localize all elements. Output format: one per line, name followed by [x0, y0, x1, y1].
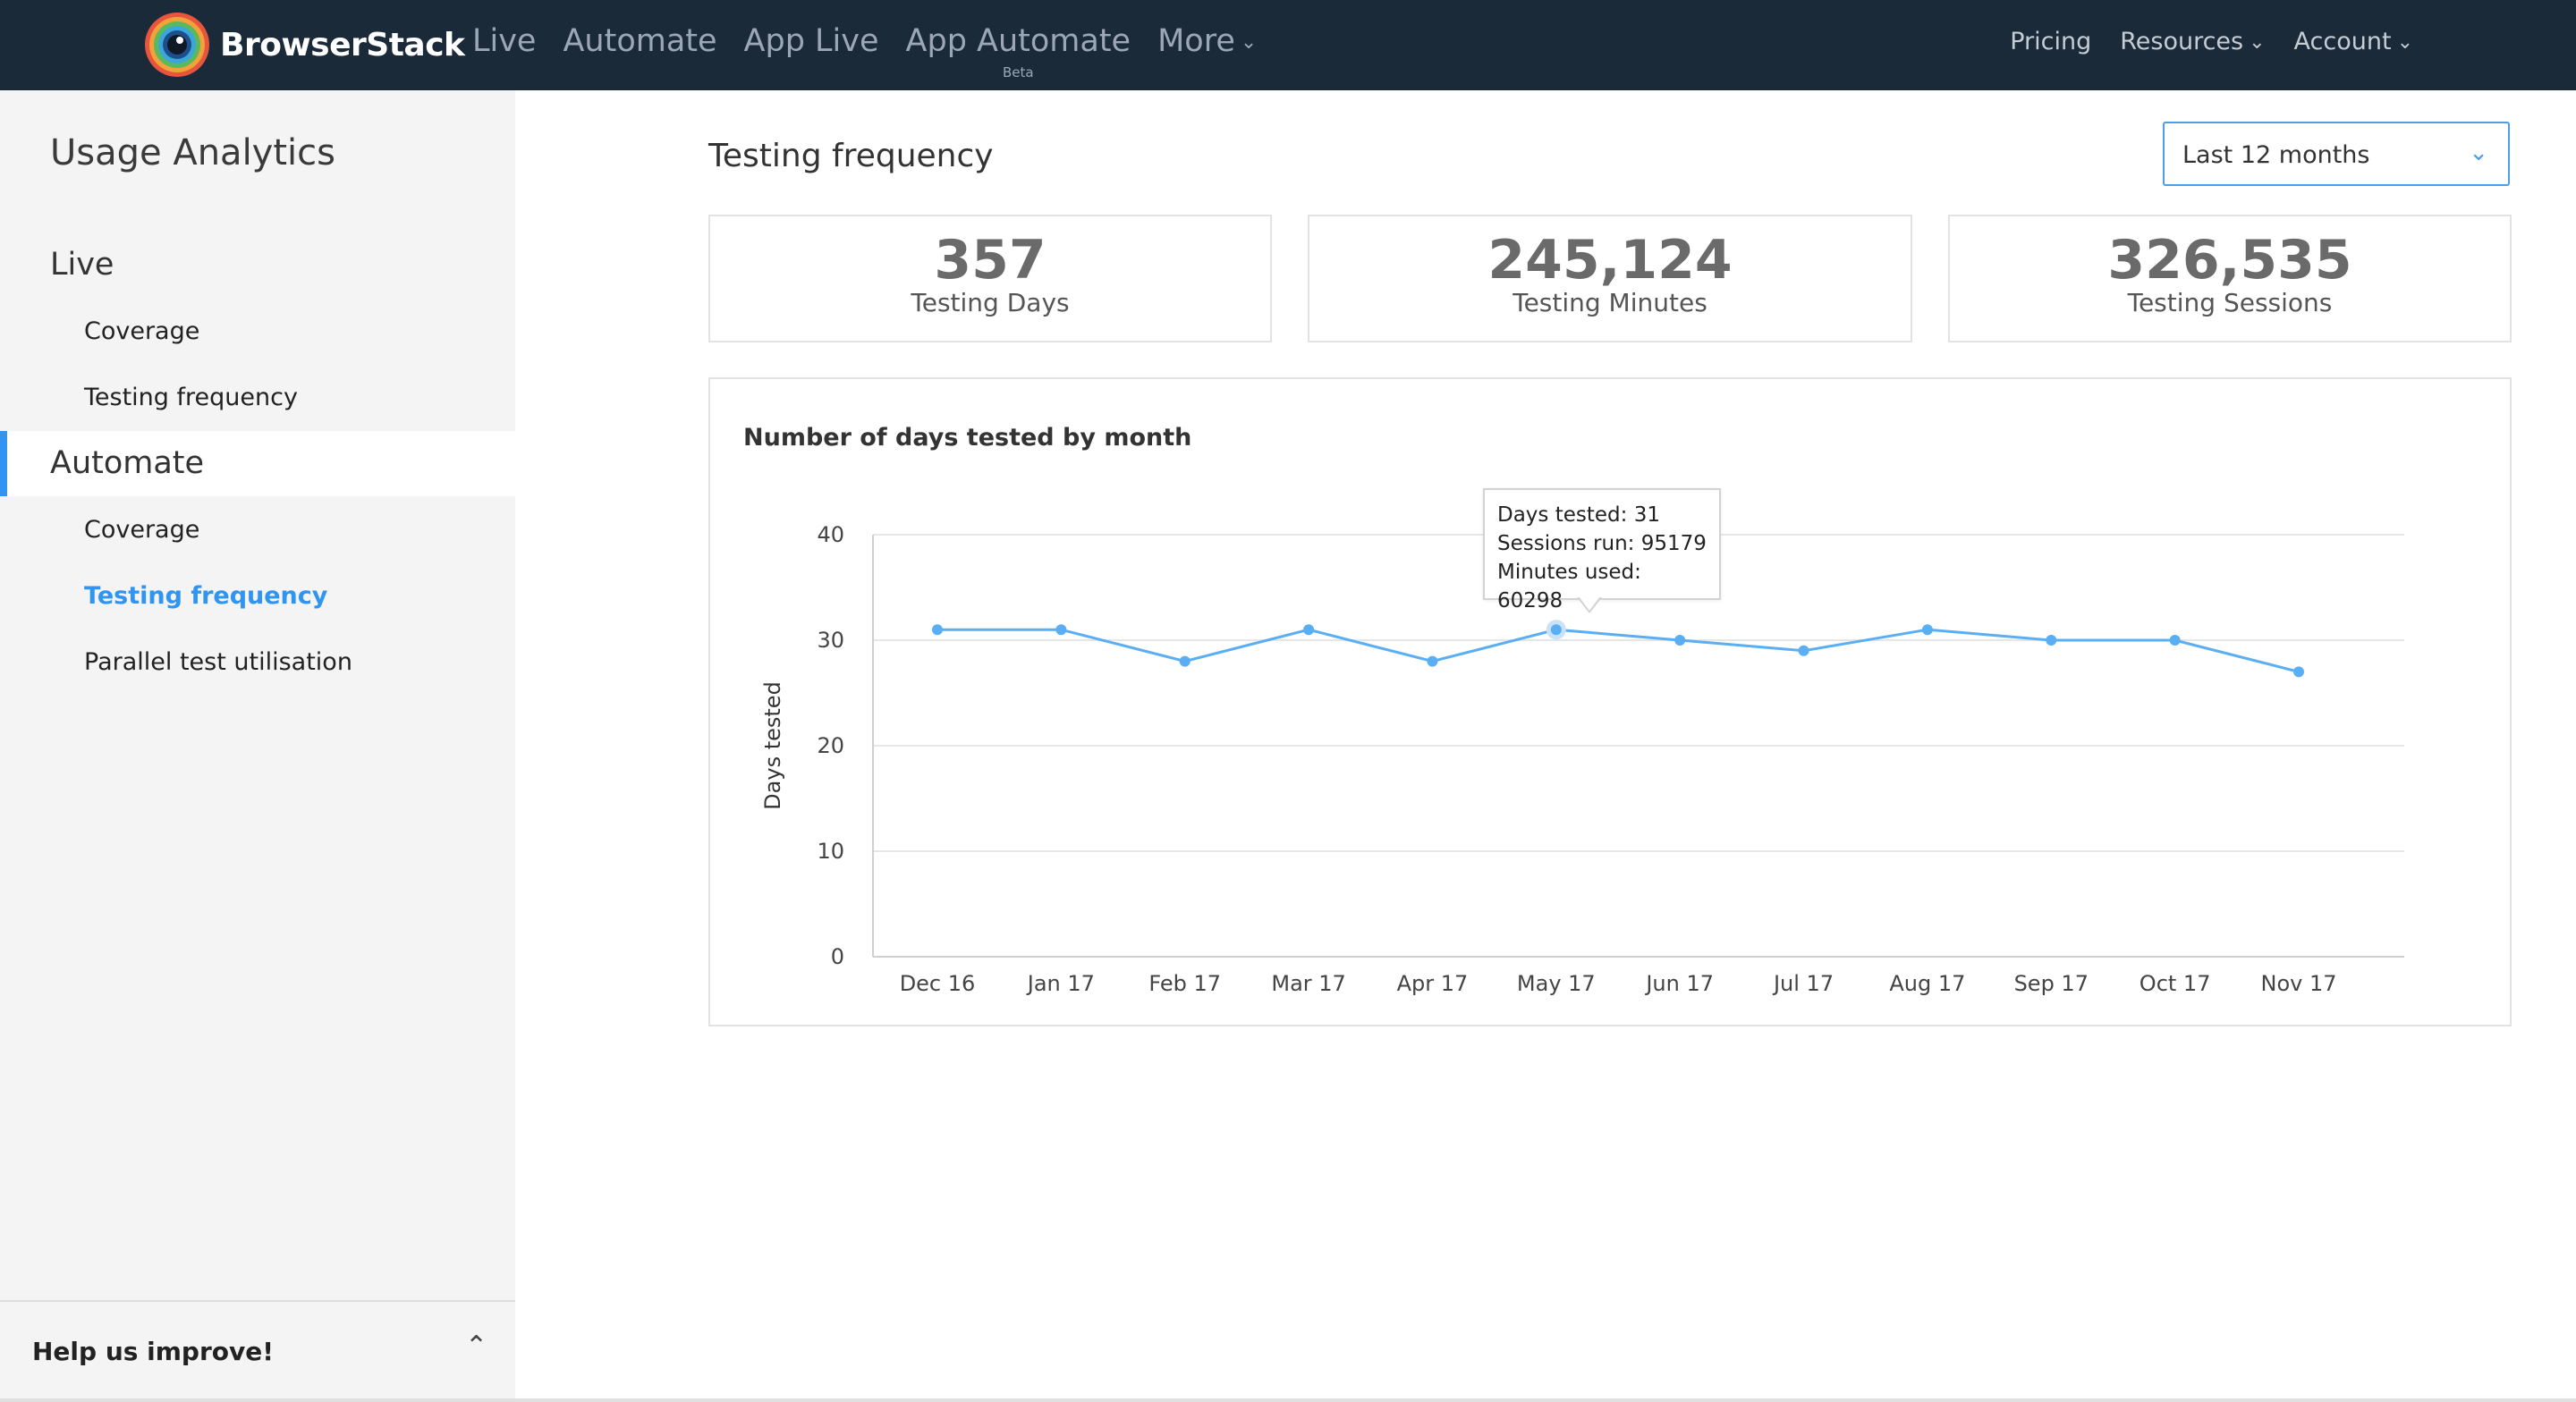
stat-label: Testing Days [911, 288, 1070, 317]
chevron-down-icon: ⌄ [2396, 30, 2413, 54]
sidebar-title: Usage Analytics [50, 132, 335, 173]
date-range-select[interactable]: Last 12 months ⌄ [2163, 122, 2510, 186]
sidebar-active-indicator [0, 431, 7, 496]
stat-card-testing-sessions: 326,535 Testing Sessions [1948, 215, 2512, 342]
sidebar-item-parallel-test-utilisation[interactable]: Parallel test utilisation [84, 648, 352, 676]
chevron-down-icon: ⌄ [1240, 30, 1258, 54]
x-tick-label: Jan 17 [1026, 971, 1095, 996]
x-tick-label: Oct 17 [2140, 971, 2211, 996]
y-tick-label: 10 [817, 839, 844, 864]
y-tick-label: 0 [831, 944, 844, 969]
sidebar [0, 90, 515, 1402]
brand-name: BrowserStack [220, 26, 465, 63]
nav-app-live[interactable]: App Live [744, 23, 879, 59]
nav-pricing[interactable]: Pricing [2010, 28, 2091, 55]
chevron-down-icon: ⌄ [2469, 139, 2488, 166]
nav-resources-label: Resources [2120, 27, 2244, 55]
top-navbar: BrowserStack Live Automate App Live App … [0, 0, 2576, 90]
page-title: Testing frequency [708, 138, 994, 174]
brand-logo[interactable]: BrowserStack [143, 7, 465, 82]
tooltip-minutes: Minutes used: 60298 [1497, 561, 1641, 612]
y-tick-label: 30 [817, 628, 844, 653]
data-point [1055, 624, 1067, 636]
page-bottom-border [0, 1398, 2576, 1402]
series-line [937, 628, 2300, 673]
data-point [2046, 635, 2057, 646]
sidebar-item-live-testing-frequency[interactable]: Testing frequency [84, 384, 298, 411]
sidebar-section-automate[interactable]: Automate [50, 445, 204, 481]
x-tick-label: Apr 17 [1397, 971, 1469, 996]
stat-label: Testing Sessions [2127, 288, 2333, 317]
nav-automate[interactable]: Automate [563, 23, 716, 59]
nav-more-label: More [1157, 23, 1235, 59]
x-tick-label: Dec 16 [900, 971, 976, 996]
data-point [1427, 655, 1438, 667]
nav-app-automate[interactable]: App Automate Beta [905, 23, 1131, 80]
stat-value: 245,124 [1487, 229, 1733, 291]
sidebar-item-automate-coverage[interactable]: Coverage [84, 516, 199, 544]
stat-value: 357 [934, 229, 1046, 291]
data-point [1674, 635, 1686, 646]
browserstack-logo-icon [145, 13, 209, 77]
chevron-down-icon: ⌄ [2249, 30, 2266, 54]
y-tick-label: 20 [817, 733, 844, 758]
nav-app-automate-label: App Automate [905, 23, 1131, 59]
x-tick-label: Sep 17 [2014, 971, 2089, 996]
chart-tooltip: Days tested: 31 Sessions run: 95179 Minu… [1483, 488, 1721, 612]
tooltip-pointer-inner [1579, 596, 1600, 611]
data-point [2293, 666, 2304, 678]
stat-label: Testing Minutes [1513, 288, 1707, 317]
chart-panel: Number of days tested by month 0 10 20 30 40… [708, 377, 2512, 1026]
tooltip-sessions: Sessions run: 95179 [1497, 532, 1707, 555]
y-axis-label: Days tested [760, 681, 785, 810]
nav-live[interactable]: Live [472, 23, 536, 59]
primary-nav: Live Automate App Live App Automate Beta… [472, 0, 1284, 82]
x-tick-label: Nov 17 [2260, 971, 2336, 996]
data-point [1798, 645, 1809, 656]
nav-account-label: Account [2293, 27, 2392, 55]
sidebar-item-live-coverage[interactable]: Coverage [84, 317, 199, 345]
y-tick-label: 40 [817, 522, 844, 547]
sidebar-item-automate-testing-frequency[interactable]: Testing frequency [84, 582, 327, 610]
stat-card-testing-minutes: 245,124 Testing Minutes [1308, 215, 1912, 342]
chevron-up-icon[interactable]: ⌃ [465, 1330, 487, 1362]
sidebar-divider [0, 1300, 515, 1302]
help-us-improve[interactable]: Help us improve! [32, 1337, 274, 1366]
data-point [1921, 624, 1933, 636]
data-point [1550, 624, 1562, 636]
nav-resources[interactable]: Resources ⌄ [2120, 28, 2265, 55]
x-tick-label: May 17 [1517, 971, 1596, 996]
x-tick-label: Feb 17 [1148, 971, 1221, 996]
stat-value: 326,535 [2107, 229, 2352, 291]
data-point [1303, 624, 1315, 636]
tooltip-days: Days tested: 31 [1497, 503, 1660, 527]
data-point [1179, 655, 1191, 667]
data-point [932, 624, 943, 636]
x-tick-label: Mar 17 [1271, 971, 1345, 996]
sidebar-section-live[interactable]: Live [50, 247, 114, 283]
x-tick-label: Jul 17 [1772, 971, 1834, 996]
line-chart: 0 10 20 30 40 Days tested Dec 16 Jan 17 Feb 17 Ma… [760, 522, 2404, 996]
x-tick-label: Aug 17 [1889, 971, 1965, 996]
nav-more[interactable]: More ⌄ [1157, 23, 1257, 59]
stat-card-testing-days: 357 Testing Days [708, 215, 1272, 342]
secondary-nav: Pricing Resources ⌄ Account ⌄ [1981, 0, 2413, 82]
nav-account[interactable]: Account ⌄ [2294, 28, 2413, 55]
data-point [2169, 635, 2181, 646]
date-range-value: Last 12 months [2182, 141, 2370, 169]
x-tick-label: Jun 17 [1644, 971, 1714, 996]
beta-badge: Beta [1003, 64, 1034, 80]
